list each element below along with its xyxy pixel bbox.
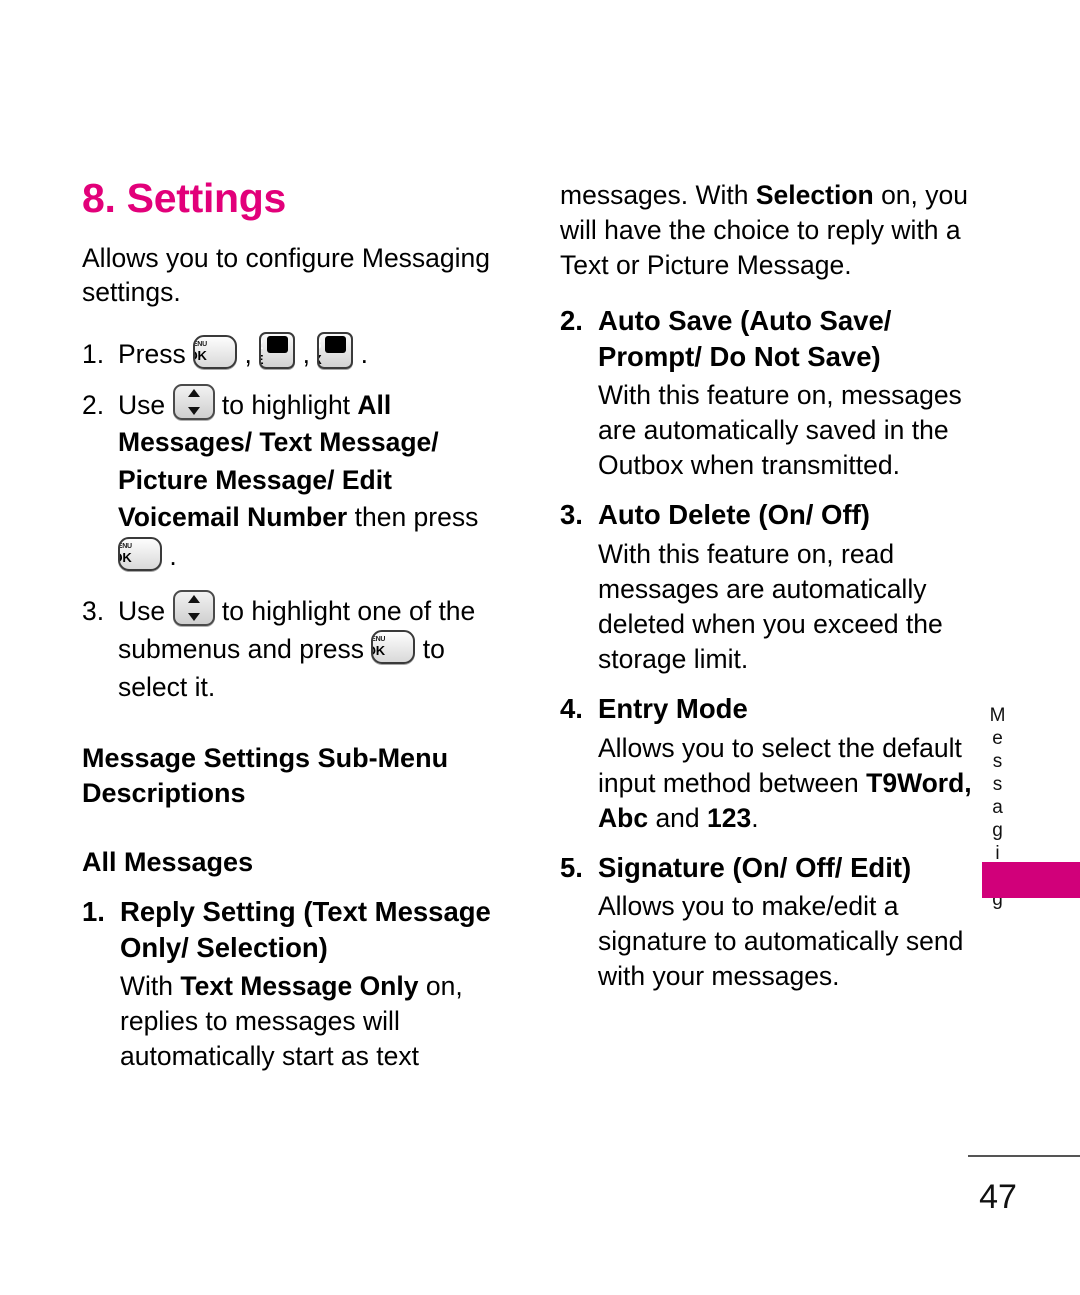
step-3-lead: Use	[118, 595, 173, 626]
keypad-2-number: 2	[261, 335, 288, 353]
item-4-body-mid: and	[648, 802, 708, 833]
step-2-lead: Use	[118, 389, 173, 420]
step-2-end: .	[162, 541, 177, 571]
menu-ok-key-bottom-label: OK	[373, 643, 385, 659]
nav-updown-key-icon	[172, 383, 215, 420]
item-2-heading: 2. Auto Save (Auto Save/ Prompt/ Do Not S…	[560, 303, 980, 375]
step-2-after: then press	[347, 502, 479, 533]
item-1-title: Reply Setting (Text Message Only/ Select…	[120, 895, 491, 963]
item-1-body-bold: Text Message Only	[180, 971, 419, 1002]
item-2-number: 2.	[560, 304, 583, 336]
menu-ok-key-bottom-label: OK	[120, 550, 132, 565]
step-1-number: 1.	[82, 338, 105, 369]
item-5-heading: 5. Signature (On/ Off/ Edit)	[560, 850, 980, 886]
item-1-body-pre: With	[120, 971, 181, 1002]
step-1-separator-2: ,	[295, 338, 318, 369]
menu-ok-key-icon: MENUOK	[118, 537, 162, 571]
keypad-2-letter: E	[261, 353, 293, 366]
step-2-number: 2.	[82, 389, 105, 420]
step-1-separator-1: ,	[237, 338, 260, 369]
group-heading-all-messages: All Messages	[82, 846, 254, 877]
right-column: messages. With Selection on, you will ha…	[560, 178, 980, 1000]
step-2-mid: to highlight	[214, 389, 358, 420]
continuation-pre: messages. With	[560, 180, 756, 210]
step-3-number: 3.	[82, 595, 105, 626]
side-tab-color-block	[982, 862, 1080, 898]
item-3-body: With this feature on, read messages are …	[598, 539, 943, 674]
item-4-number: 4.	[560, 692, 583, 724]
item-3-number: 3.	[560, 499, 583, 531]
page-title: 8. Settings	[82, 175, 287, 221]
keypad-8-letter: X	[319, 353, 351, 366]
item-1-number: 1.	[82, 895, 105, 927]
page-number: 47	[979, 1178, 1017, 1216]
step-1-end: .	[353, 338, 369, 369]
item-3-heading: 3. Auto Delete (On/ Off)	[560, 497, 980, 533]
item-4-body: Allows you to select the default input m…	[560, 731, 980, 836]
item-1-body: With Text Message Only on, replies to me…	[82, 969, 502, 1074]
step-1: 1. Press MENUOK , 2E , 8X .	[82, 331, 502, 374]
item-2-body: With this feature on, messages are autom…	[598, 380, 962, 481]
intro-paragraph: Allows you to configure Messaging settin…	[82, 243, 491, 308]
menu-ok-key-icon: MENUOK	[371, 630, 416, 665]
left-column: 8. Settings Allows you to configure Mess…	[82, 178, 502, 1080]
item-5-number: 5.	[560, 851, 583, 883]
item-1-body-continuation: messages. With Selection on, you will ha…	[560, 178, 980, 283]
item-4-body-bold-2: 123	[707, 802, 752, 833]
step-1-lead: Press	[118, 338, 194, 369]
item-2-title: Auto Save (Auto Save/ Prompt/ Do Not Sav…	[598, 304, 892, 372]
side-tab-label: Messaging	[987, 705, 1008, 912]
step-3: 3. Use to highlight one of the submenus a…	[82, 589, 502, 707]
menu-ok-key-bottom-label: OK	[195, 347, 207, 363]
continuation-bold: Selection	[755, 180, 874, 210]
manual-page: 8. Settings Allows you to configure Mess…	[0, 0, 1080, 1295]
step-2: 2. Use to highlight All Messages/ Text Me…	[82, 383, 502, 576]
nav-updown-key-icon	[172, 589, 215, 626]
menu-ok-key-icon: MENUOK	[193, 334, 238, 369]
item-5-title: Signature (On/ Off/ Edit)	[598, 851, 912, 883]
item-4-body-post: .	[751, 802, 759, 833]
item-4-title: Entry Mode	[598, 692, 748, 724]
item-5-body: Allows you to make/edit a signature to a…	[598, 891, 964, 992]
section-heading: Message Settings Sub-Menu Descriptions	[82, 742, 449, 808]
keypad-8-number: 8	[319, 335, 346, 353]
keypad-8-key-icon: 8X	[317, 331, 354, 369]
footer-divider	[968, 1155, 1080, 1157]
item-4-heading: 4. Entry Mode	[560, 691, 980, 727]
item-1-heading: 1. Reply Setting (Text Message Only/ Sele…	[82, 894, 502, 966]
keypad-2-key-icon: 2E	[259, 331, 296, 369]
item-3-title: Auto Delete (On/ Off)	[598, 499, 870, 531]
